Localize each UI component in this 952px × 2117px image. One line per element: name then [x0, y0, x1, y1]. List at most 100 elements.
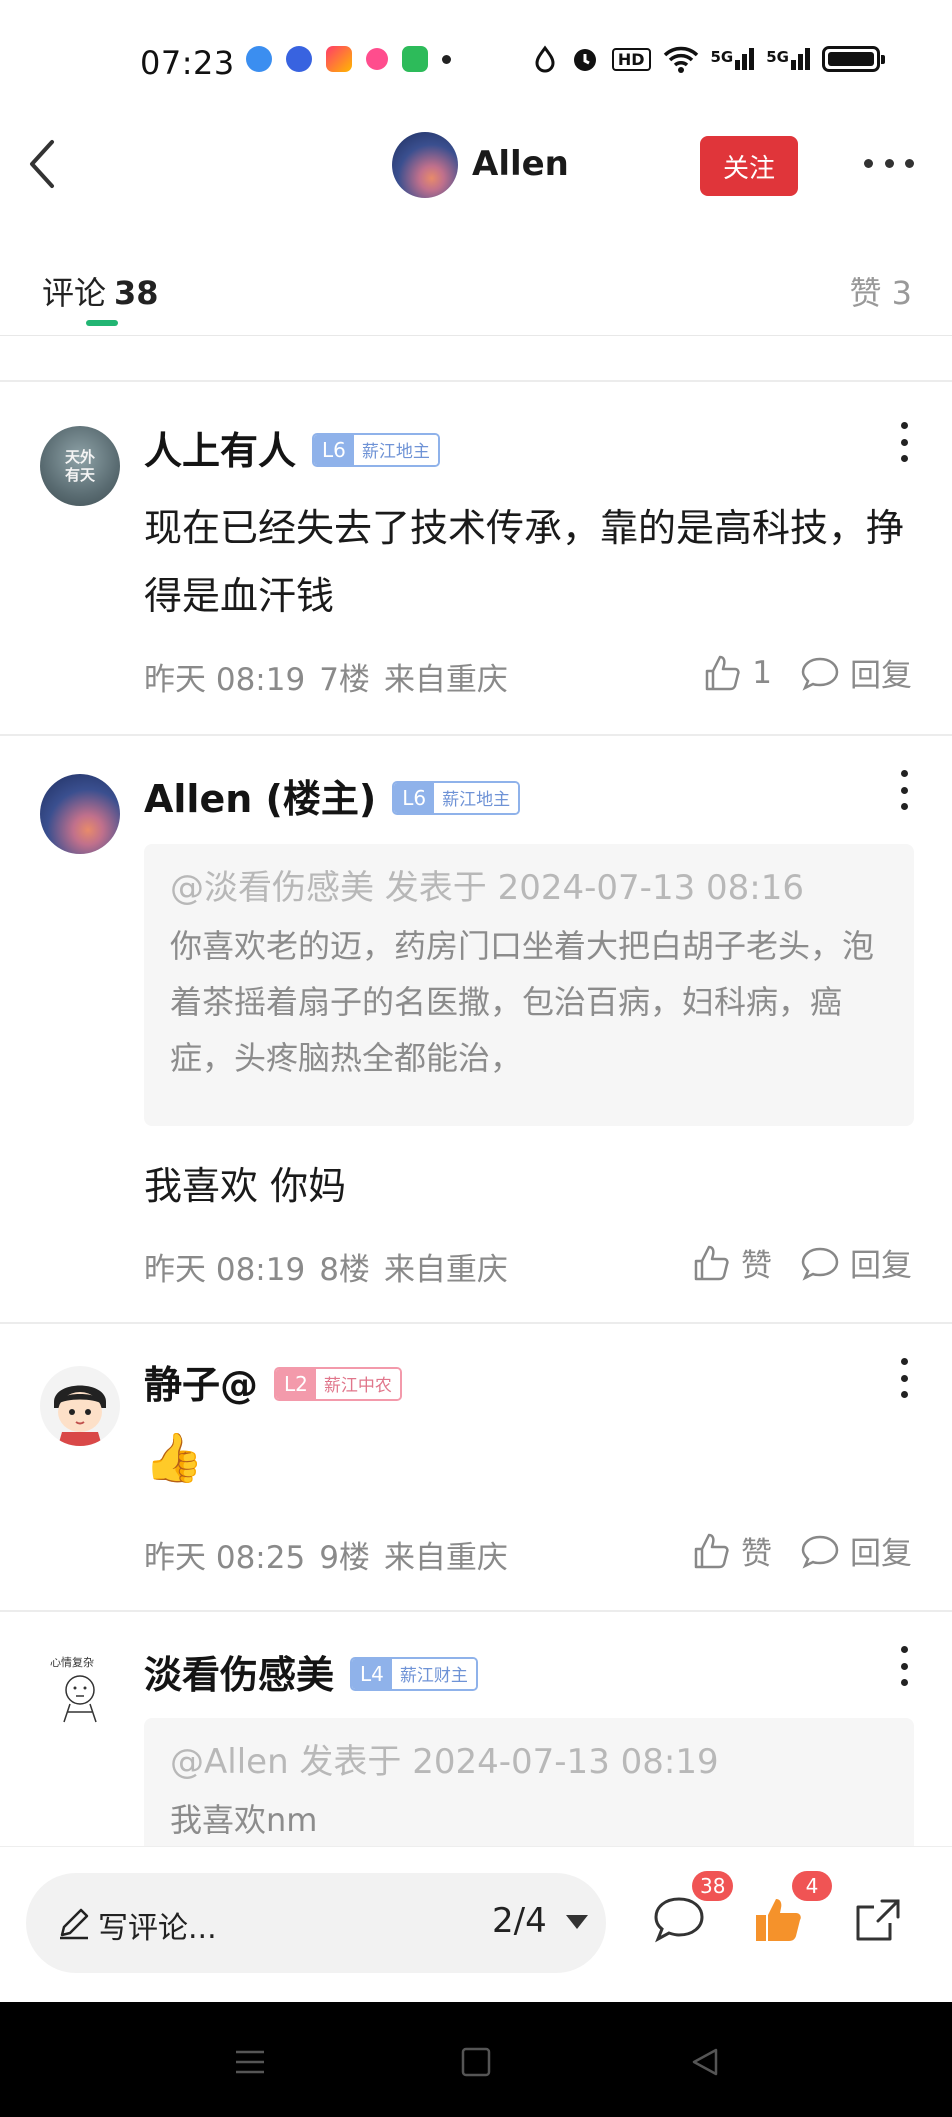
- comment-item: 心情复杂 淡看伤感美 L4 薪江财主 @Allen 发表于 2024-07-13 0…: [0, 1614, 952, 1846]
- video-app-icon: [326, 46, 352, 72]
- post-header: Allen 关注: [0, 120, 952, 210]
- level-badge: L6 薪江地主: [312, 432, 440, 467]
- comment-meta: 昨天 08:19 7楼 来自重庆: [144, 654, 522, 699]
- comment-floor: 7楼: [319, 662, 370, 698]
- tab-likes[interactable]: 赞 3: [849, 268, 912, 314]
- like-button[interactable]: 1: [702, 653, 772, 693]
- comment-actions: 1 回复: [702, 650, 912, 695]
- system-status-icons: HD 5G 5G: [532, 44, 885, 74]
- comment-tabs: 评论 38 赞 3: [0, 260, 952, 336]
- page-indicator[interactable]: 2/4: [492, 1901, 547, 1941]
- like-count: 1: [752, 654, 772, 691]
- comment-bubble-icon: [801, 657, 839, 691]
- reply-button[interactable]: 回复: [800, 650, 912, 695]
- commenter-avatar[interactable]: [40, 774, 120, 854]
- app-notification-icon: [246, 46, 272, 72]
- author-avatar[interactable]: [392, 132, 458, 198]
- quoted-comment[interactable]: @淡看伤感美 发表于 2024-07-13 08:16 你喜欢老的迈，药房门口坐…: [144, 844, 914, 1126]
- tab-comments-label: 评论: [42, 274, 107, 312]
- comment-text: 我喜欢 你妈: [144, 1164, 347, 1208]
- bottom-action-bar: 写评论... 2/4 38 4: [0, 1846, 952, 2002]
- comment-time: 昨天 08:25: [144, 1540, 306, 1576]
- follow-button[interactable]: 关注: [700, 136, 798, 196]
- status-bar: 07:23 HD 5G 5G: [0, 0, 952, 120]
- reply-button[interactable]: 回复: [800, 1528, 912, 1573]
- thumbs-up-icon: [694, 1533, 729, 1568]
- pencil-icon: [60, 1908, 89, 1940]
- write-comment-placeholder: 写评论...: [98, 1911, 217, 1946]
- commenter-name[interactable]: Allen (楼主) L6 薪江地主: [144, 768, 521, 823]
- avatar-caption: 天外有天: [64, 448, 95, 484]
- system-navigation-bar: [0, 2002, 952, 2117]
- share-icon: [856, 1899, 900, 1941]
- comment-location: 来自重庆: [383, 1252, 508, 1288]
- battery-icon: [822, 46, 885, 72]
- security-app-icon: [402, 46, 428, 72]
- reply-label: 回复: [850, 1248, 912, 1284]
- commenter-avatar[interactable]: 天外有天: [40, 426, 120, 506]
- comment-more-button[interactable]: [898, 1646, 910, 1686]
- hd-icon: HD: [611, 47, 651, 71]
- reply-label: 回复: [850, 658, 912, 694]
- dot-icon: [442, 54, 451, 64]
- comment-more-button[interactable]: [898, 1358, 910, 1398]
- comment-count-badge: 38: [692, 1871, 734, 1901]
- commenter-avatar[interactable]: 心情复杂: [40, 1650, 120, 1730]
- thumbs-up-icon: [706, 655, 740, 690]
- wifi-icon: [663, 46, 698, 73]
- quote-body: 我喜欢nm: [170, 1801, 318, 1839]
- comment-actions: 赞 回复: [691, 1528, 912, 1573]
- chevron-left-icon: [30, 140, 54, 188]
- quote-header: @淡看伤感美 发表于 2024-07-13 08:16: [170, 868, 804, 908]
- signal-5g-icon: 5G: [711, 48, 755, 70]
- signal-5g-icon-2: 5G: [766, 48, 810, 70]
- like-label: 赞: [741, 1248, 772, 1284]
- reply-button[interactable]: 回复: [800, 1240, 912, 1285]
- home-square-icon[interactable]: [456, 2042, 496, 2082]
- comment-emoji: 👍: [144, 1430, 204, 1486]
- comment-item: 天外有天 人上有人 L6 薪江地主 现在已经失去了技术传承，靠的是高科技，挣得是血汗…: [0, 384, 952, 736]
- comments-button[interactable]: [652, 1895, 706, 1945]
- caret-down-icon[interactable]: [566, 1915, 588, 1929]
- write-comment-input[interactable]: 写评论... 2/4: [26, 1873, 606, 1973]
- comment-meta: 昨天 08:19 8楼 来自重庆: [144, 1244, 522, 1289]
- thumbs-up-filled-icon: [756, 1899, 801, 1941]
- comment-bubble-icon: [801, 1247, 839, 1281]
- quote-body: 你喜欢老的迈，药房门口坐着大把白胡子老头，泡着茶摇着扇子的名医撒，包治百病，妇科…: [170, 927, 875, 1077]
- like-button[interactable]: 赞: [691, 1528, 772, 1573]
- commenter-name[interactable]: 人上有人 L6 薪江地主: [144, 420, 440, 475]
- commenter-avatar[interactable]: [40, 1366, 120, 1446]
- comment-location: 来自重庆: [383, 1540, 508, 1576]
- avatar-caption: 心情复杂: [50, 1656, 94, 1669]
- quote-header: @Allen 发表于 2024-07-13 08:19: [170, 1742, 719, 1782]
- like-button[interactable]: 赞: [691, 1240, 772, 1285]
- back-triangle-icon[interactable]: [686, 2042, 726, 2082]
- cartoon-face-icon: [54, 1385, 106, 1446]
- level-badge: L6 薪江地主: [392, 780, 521, 815]
- comment-text: 现在已经失去了技术传承，靠的是高科技，挣得是血汗钱: [144, 506, 905, 618]
- status-time: 07:23: [140, 44, 235, 82]
- baidu-paw-icon: [286, 46, 312, 72]
- menu-icon[interactable]: [230, 2042, 270, 2082]
- quoted-comment[interactable]: @Allen 发表于 2024-07-13 08:19 我喜欢nm: [144, 1718, 914, 1846]
- comment-item: Allen (楼主) L6 薪江地主 @淡看伤感美 发表于 2024-07-13 0…: [0, 738, 952, 1324]
- like-label: 赞: [741, 1536, 772, 1572]
- commenter-name[interactable]: 静子@ L2 薪江中农: [144, 1354, 402, 1409]
- data-saver-icon: [535, 45, 555, 73]
- back-button[interactable]: [24, 134, 64, 194]
- author-name[interactable]: Allen: [472, 144, 569, 184]
- more-options-button[interactable]: [864, 148, 914, 178]
- comment-floor: 9楼: [319, 1540, 370, 1576]
- like-post-button[interactable]: [752, 1895, 806, 1945]
- commenter-name[interactable]: 淡看伤感美 L4 薪江财主: [144, 1644, 478, 1699]
- previous-comment-fragment: [0, 338, 952, 382]
- comment-time: 昨天 08:19: [144, 1252, 306, 1288]
- share-button[interactable]: [852, 1895, 906, 1945]
- comment-location: 来自重庆: [383, 662, 508, 698]
- comment-list[interactable]: 天外有天 人上有人 L6 薪江地主 现在已经失去了技术传承，靠的是高科技，挣得是血汗…: [0, 338, 952, 1846]
- comment-more-button[interactable]: [898, 770, 910, 810]
- tab-comments[interactable]: 评论 38: [42, 268, 159, 314]
- more-horizontal-icon: [864, 158, 873, 168]
- reply-label: 回复: [850, 1536, 912, 1572]
- comment-more-button[interactable]: [898, 422, 910, 462]
